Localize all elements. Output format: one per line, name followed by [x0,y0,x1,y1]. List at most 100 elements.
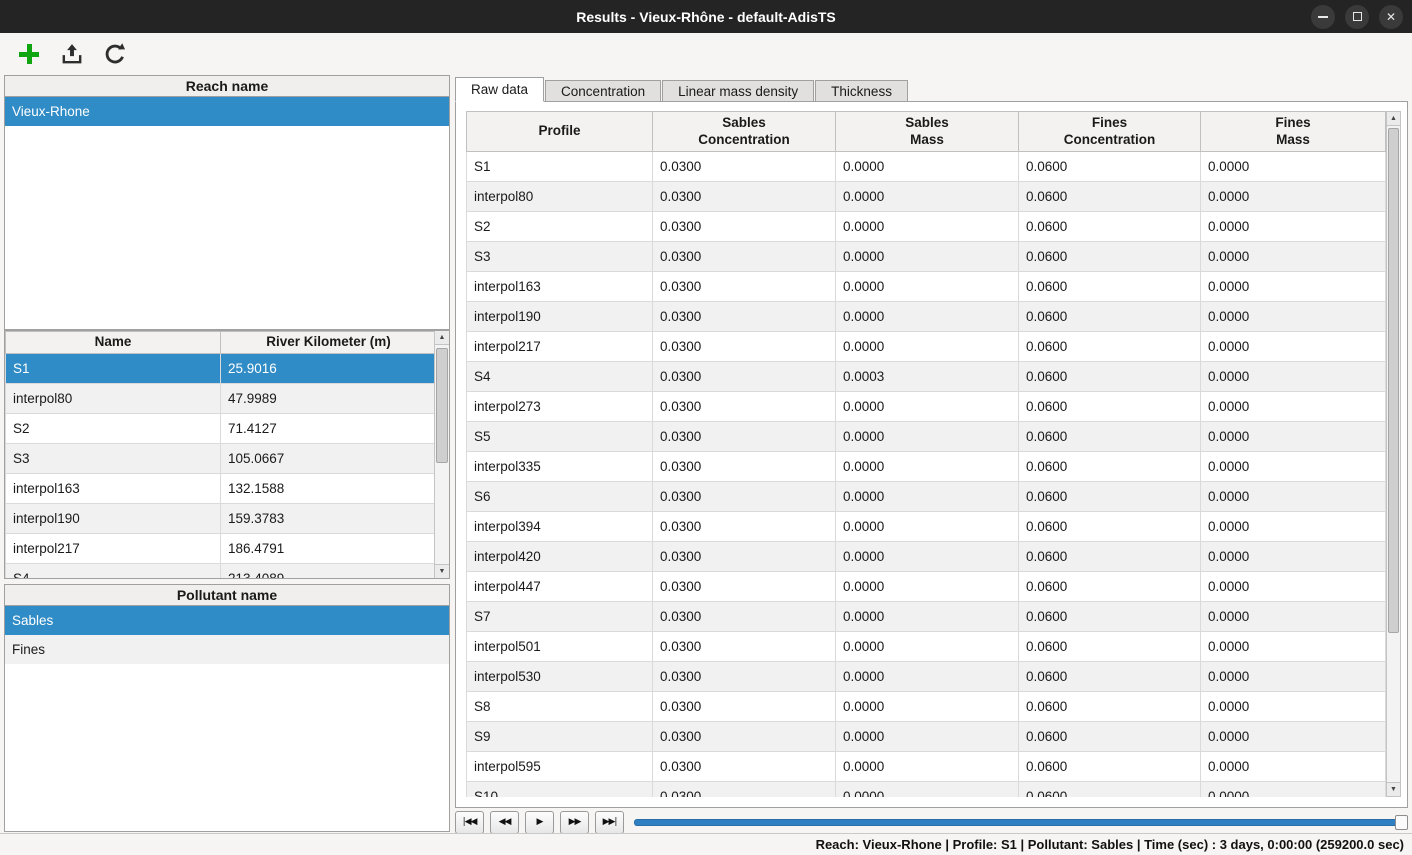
table-cell[interactable]: 0.0000 [836,152,1019,182]
tab-raw-data[interactable]: Raw data [455,77,544,102]
table-cell[interactable]: 0.0000 [1201,182,1386,212]
table-cell[interactable]: 0.0300 [653,362,836,392]
titlebar[interactable]: Results - Vieux-Rhône - default-AdisTS ✕ [0,0,1412,33]
table-cell[interactable]: S5 [467,422,653,452]
table-cell[interactable]: 0.0000 [1201,332,1386,362]
table-cell[interactable]: 0.0600 [1019,632,1201,662]
table-cell[interactable]: 0.0600 [1019,152,1201,182]
table-cell[interactable]: S6 [467,482,653,512]
table-cell[interactable]: interpol335 [467,452,653,482]
scroll-up-icon[interactable]: ▲ [1387,112,1400,126]
profiles-scrollbar[interactable]: ▲ ▼ [434,331,449,578]
table-cell[interactable]: 0.0300 [653,752,836,782]
table-cell[interactable]: 0.0300 [653,182,836,212]
table-cell[interactable]: 0.0000 [1201,632,1386,662]
table-cell[interactable]: 0.0300 [653,572,836,602]
table-cell[interactable]: 0.0000 [836,512,1019,542]
table-row[interactable]: interpol4200.03000.00000.06000.0000 [467,542,1386,572]
table-cell[interactable]: 0.0000 [836,242,1019,272]
column-header-fines-mass[interactable]: Fines Mass [1201,112,1386,152]
scroll-down-icon[interactable]: ▼ [435,564,449,578]
table-cell[interactable]: 0.0000 [1201,722,1386,752]
table-cell[interactable]: interpol190 [6,504,221,534]
table-row[interactable]: S3105.0667 [6,444,437,474]
table-cell[interactable]: 0.0300 [653,242,836,272]
table-cell[interactable]: 71.4127 [221,414,437,444]
table-cell[interactable]: S3 [467,242,653,272]
table-cell[interactable]: 0.0000 [836,662,1019,692]
table-cell[interactable]: S9 [467,722,653,752]
table-row[interactable]: S10.03000.00000.06000.0000 [467,152,1386,182]
reach-item-vieux-rhone[interactable]: Vieux-Rhone [5,97,449,126]
table-cell[interactable]: 159.3783 [221,504,437,534]
table-cell[interactable]: S7 [467,602,653,632]
table-cell[interactable]: 0.0600 [1019,242,1201,272]
table-cell[interactable]: 0.0000 [836,332,1019,362]
table-cell[interactable]: 0.0600 [1019,392,1201,422]
table-row[interactable]: S271.4127 [6,414,437,444]
table-cell[interactable]: 0.0300 [653,602,836,632]
table-row[interactable]: interpol800.03000.00000.06000.0000 [467,182,1386,212]
skip-start-button[interactable]: |◀◀ [455,811,484,834]
table-cell[interactable]: S4 [467,362,653,392]
close-button[interactable]: ✕ [1379,5,1403,29]
table-cell[interactable]: 0.0600 [1019,752,1201,782]
table-cell[interactable]: 0.0000 [836,572,1019,602]
table-cell[interactable]: 0.0000 [1201,362,1386,392]
table-cell[interactable]: 0.0000 [836,782,1019,798]
table-cell[interactable]: 0.0000 [1201,662,1386,692]
export-button[interactable] [57,39,87,69]
table-cell[interactable]: 0.0600 [1019,422,1201,452]
table-cell[interactable]: 0.0600 [1019,662,1201,692]
table-cell[interactable]: 0.0000 [1201,272,1386,302]
table-cell[interactable]: 0.0300 [653,422,836,452]
table-row[interactable]: interpol5010.03000.00000.06000.0000 [467,632,1386,662]
table-row[interactable]: S4213.4089 [6,564,437,580]
column-header-sables-concentration[interactable]: Sables Concentration [653,112,836,152]
table-row[interactable]: S70.03000.00000.06000.0000 [467,602,1386,632]
table-cell[interactable]: 0.0600 [1019,362,1201,392]
table-cell[interactable]: interpol394 [467,512,653,542]
table-cell[interactable]: 0.0300 [653,632,836,662]
table-cell[interactable]: interpol163 [467,272,653,302]
table-cell[interactable]: S8 [467,692,653,722]
table-cell[interactable]: 186.4791 [221,534,437,564]
table-row[interactable]: S40.03000.00030.06000.0000 [467,362,1386,392]
fast-forward-button[interactable]: ▶▶ [560,811,589,834]
table-cell[interactable]: S4 [6,564,221,580]
table-cell[interactable]: interpol217 [467,332,653,362]
table-cell[interactable]: 0.0600 [1019,182,1201,212]
table-cell[interactable]: 0.0000 [836,302,1019,332]
table-cell[interactable]: interpol595 [467,752,653,782]
table-cell[interactable]: 0.0000 [836,602,1019,632]
refresh-button[interactable] [100,39,130,69]
tab-concentration[interactable]: Concentration [545,80,661,102]
table-cell[interactable]: 0.0300 [653,332,836,362]
table-cell[interactable]: 0.0300 [653,452,836,482]
table-cell[interactable]: 0.0600 [1019,452,1201,482]
table-cell[interactable]: 0.0600 [1019,272,1201,302]
table-cell[interactable]: 0.0300 [653,152,836,182]
add-button[interactable] [14,39,44,69]
table-cell[interactable]: interpol80 [467,182,653,212]
table-cell[interactable]: interpol190 [467,302,653,332]
table-cell[interactable]: 0.0000 [1201,572,1386,602]
table-cell[interactable]: 132.1588 [221,474,437,504]
table-row[interactable]: S30.03000.00000.06000.0000 [467,242,1386,272]
table-cell[interactable]: 0.0600 [1019,542,1201,572]
table-cell[interactable]: 0.0000 [836,752,1019,782]
play-button[interactable]: ▶ [525,811,554,834]
table-cell[interactable]: interpol273 [467,392,653,422]
column-header-river-kilometer[interactable]: River Kilometer (m) [221,332,437,354]
table-cell[interactable]: S3 [6,444,221,474]
table-cell[interactable]: 0.0000 [836,452,1019,482]
table-cell[interactable]: interpol163 [6,474,221,504]
table-cell[interactable]: 0.0300 [653,272,836,302]
table-row[interactable]: interpol4470.03000.00000.06000.0000 [467,572,1386,602]
table-cell[interactable]: 0.0000 [1201,152,1386,182]
table-cell[interactable]: 0.0300 [653,512,836,542]
table-cell[interactable]: S2 [6,414,221,444]
table-row[interactable]: interpol2170.03000.00000.06000.0000 [467,332,1386,362]
rewind-button[interactable]: ◀◀ [490,811,519,834]
table-cell[interactable]: 0.0000 [1201,542,1386,572]
